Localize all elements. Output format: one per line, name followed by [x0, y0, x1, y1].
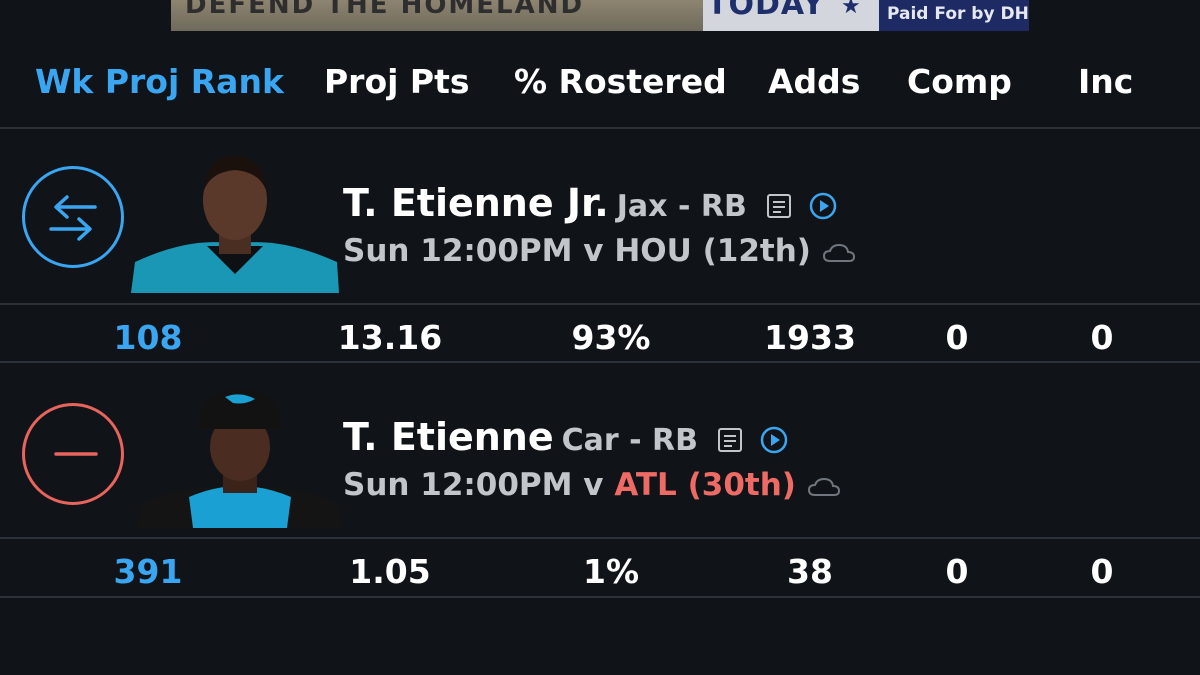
header-inc[interactable]: Inc — [1078, 62, 1133, 101]
player-name-row: T. Etienne Jr. Jax - RB — [343, 181, 837, 225]
stat-comp: 0 — [945, 318, 969, 357]
cloud-icon — [822, 243, 855, 262]
stat-adds: 1933 — [764, 318, 856, 357]
opponent: HOU (12th) — [614, 233, 811, 269]
stat-comp: 0 — [945, 552, 969, 591]
drop-player-button[interactable] — [22, 403, 124, 505]
header-wk-proj-rank[interactable]: Wk Proj Rank — [35, 62, 284, 101]
header-comp[interactable]: Comp — [907, 62, 1012, 101]
game-time: Sun 12:00PM v — [343, 233, 604, 269]
player-name[interactable]: T. Etienne — [343, 415, 554, 459]
swap-arrows-icon — [49, 195, 97, 241]
ad-cta-text: TODAY — [707, 0, 825, 22]
game-info: Sun 12:00PM v ATL (30th) — [343, 467, 841, 503]
player-team-position: Jax - RB — [616, 189, 747, 224]
stat-pct-rostered: 93% — [571, 318, 651, 357]
ad-banner-mid: TODAY ★ — [703, 0, 879, 31]
opponent: ATL (30th) — [614, 467, 796, 503]
ad-banner-left: DEFEND THE HOMELAND — [171, 0, 703, 31]
header-divider — [0, 127, 1200, 129]
header-proj-pts[interactable]: Proj Pts — [324, 62, 470, 101]
player-photo — [131, 150, 339, 293]
ad-banner[interactable]: DEFEND THE HOMELAND TODAY ★ Paid For by … — [171, 0, 1029, 31]
notes-icon[interactable] — [717, 427, 743, 453]
row-divider — [0, 361, 1200, 363]
player-photo — [137, 385, 343, 528]
row-divider — [0, 596, 1200, 598]
notes-icon[interactable] — [766, 193, 792, 219]
stat-proj-pts: 1.05 — [349, 552, 431, 591]
stat-wk-proj-rank: 391 — [113, 552, 183, 591]
stat-adds: 38 — [787, 552, 833, 591]
ad-headline: DEFEND THE HOMELAND — [185, 0, 585, 20]
stat-inc: 0 — [1090, 552, 1114, 591]
header-pct-rostered[interactable]: % Rostered — [514, 62, 727, 101]
cloud-icon — [807, 477, 840, 496]
play-video-icon[interactable] — [809, 192, 837, 220]
player-name[interactable]: T. Etienne Jr. — [343, 181, 609, 225]
stat-proj-pts: 13.16 — [337, 318, 443, 357]
game-info: Sun 12:00PM v HOU (12th) — [343, 233, 856, 269]
row-divider — [0, 303, 1200, 305]
player-name-row: T. Etienne Car - RB — [343, 415, 788, 459]
ad-banner-right: Paid For by DHS — [879, 0, 1029, 31]
game-time: Sun 12:00PM v — [343, 467, 604, 503]
stat-pct-rostered: 1% — [582, 552, 640, 591]
minus-icon — [54, 452, 98, 456]
header-adds[interactable]: Adds — [768, 62, 860, 101]
stat-wk-proj-rank: 108 — [113, 318, 183, 357]
star-icon: ★ — [841, 0, 861, 19]
stat-inc: 0 — [1090, 318, 1114, 357]
play-video-icon[interactable] — [760, 426, 788, 454]
row-divider — [0, 537, 1200, 539]
player-team-position: Car - RB — [561, 423, 698, 458]
ad-sponsor-text: Paid For by DHS — [887, 4, 1029, 24]
swap-player-button[interactable] — [22, 166, 124, 268]
